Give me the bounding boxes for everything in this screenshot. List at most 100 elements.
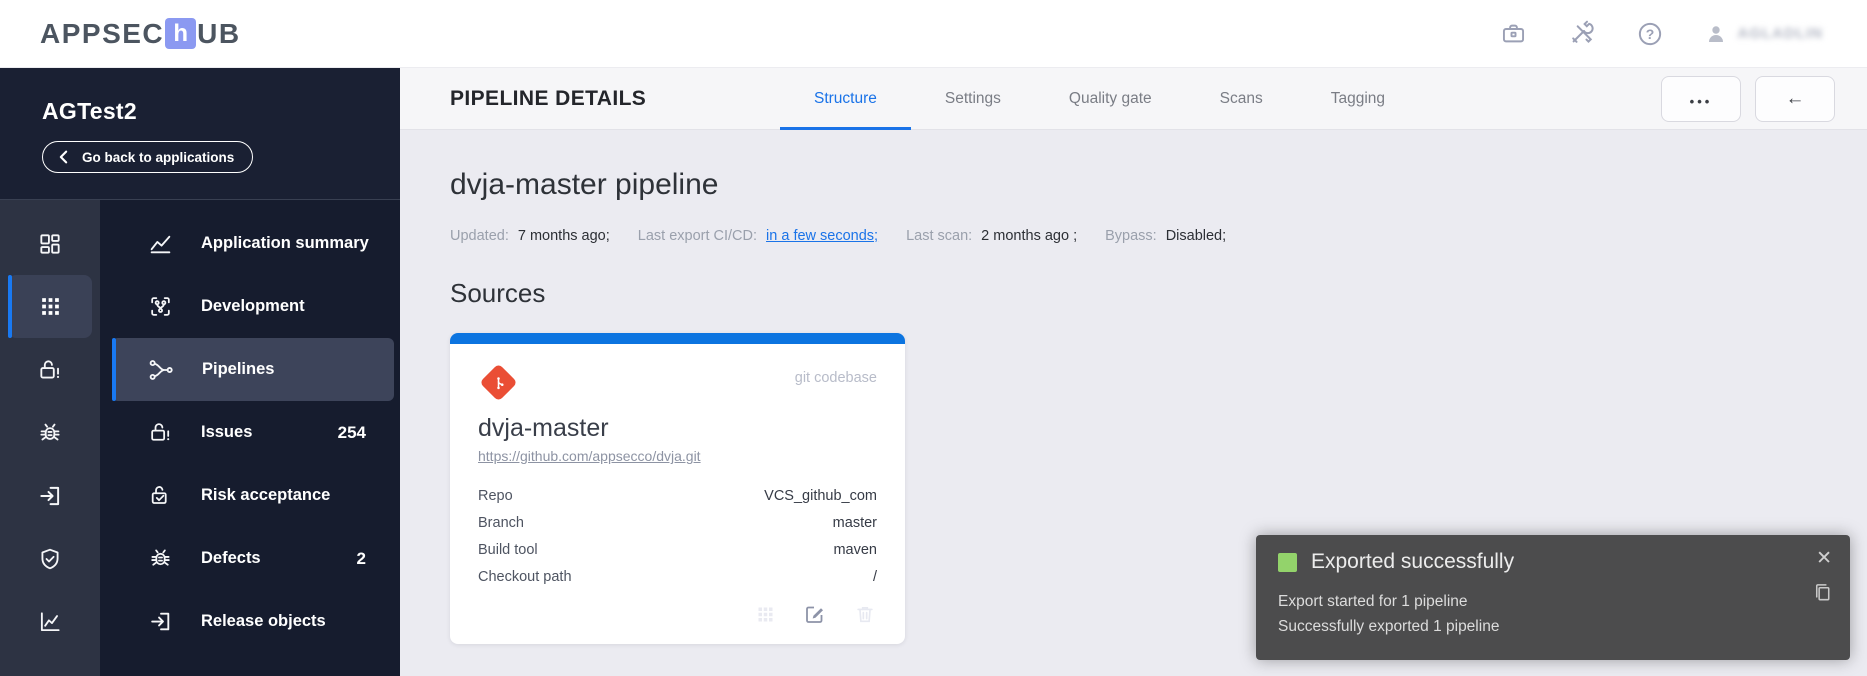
row-value: / (872, 568, 877, 585)
pipeline-meta: Updated: 7 months ago; Last export CI/CD… (450, 228, 1817, 244)
close-icon[interactable]: ✕ (1816, 547, 1832, 570)
sidebar-item-label: Risk acceptance (201, 486, 331, 504)
sidebar-header: AGTest2 Go back to applications (0, 68, 400, 200)
branch-brackets-icon (151, 297, 170, 316)
toast-title: Exported successfully (1311, 550, 1515, 574)
merge-icon (149, 359, 173, 380)
help-icon[interactable]: ? (1636, 20, 1664, 48)
user-icon (1708, 25, 1723, 42)
chevron-left-icon (59, 150, 68, 164)
sidebar-item-label: Release objects (201, 612, 326, 630)
row-label: Branch (478, 514, 524, 531)
logo-h-box: h (165, 18, 197, 49)
toast-notification: Exported successfully ✕ Export started f… (1256, 535, 1850, 660)
rail-item-issues[interactable] (8, 338, 92, 401)
defects-count-badge: 2 (356, 548, 366, 568)
sidebar-item-release-objects[interactable]: Release objects (112, 590, 394, 653)
meta-label: Last export CI/CD: (637, 228, 758, 244)
box-arrow-icon (151, 612, 170, 631)
shield-check-icon (41, 548, 59, 569)
unlock-alert-icon (40, 359, 60, 379)
card-accent-bar (450, 333, 905, 344)
briefcase-icon[interactable] (1500, 20, 1528, 48)
pipeline-tabs: Structure Settings Quality gate Scans Ta… (780, 68, 1419, 130)
rail-item-reports[interactable] (8, 590, 92, 653)
meta-updated: Updated: 7 months ago; (450, 228, 610, 244)
grid-icon[interactable] (753, 602, 777, 626)
sidebar-item-defects[interactable]: Defects 2 (112, 527, 394, 590)
tab-tagging[interactable]: Tagging (1297, 68, 1419, 129)
sidebar-item-application-summary[interactable]: Application summary (112, 212, 394, 275)
sources-heading: Sources (450, 278, 546, 308)
toast-line: Successfully exported 1 pipeline (1278, 618, 1500, 636)
row-value: maven (833, 541, 877, 558)
back-button[interactable]: ← (1755, 75, 1835, 122)
card-row-repo: Repo VCS_github_com (478, 482, 877, 509)
sidebar-item-label: Pipelines (202, 360, 275, 378)
success-status-icon (1278, 552, 1297, 572)
icon-rail (0, 200, 100, 676)
bug-icon (40, 423, 60, 440)
pipeline-details-header: PIPELINE DETAILS Structure Settings Qual… (400, 68, 1867, 130)
sidebar-item-label: Defects (201, 549, 261, 567)
go-back-to-applications-button[interactable]: Go back to applications (42, 141, 254, 173)
rail-item-defects[interactable] (8, 401, 92, 464)
tab-scans[interactable]: Scans (1186, 68, 1297, 129)
row-label: Checkout path (478, 568, 572, 585)
more-options-button[interactable]: ••• (1661, 75, 1741, 122)
rail-item-policies[interactable] (8, 527, 92, 590)
meta-label: Last scan: (906, 228, 973, 244)
trend-chart-icon (150, 235, 171, 254)
sidebar-item-pipelines[interactable]: Pipelines (112, 338, 394, 401)
pipeline-heading: dvja-master pipeline (450, 168, 719, 201)
issues-count-badge: 254 (337, 422, 366, 442)
last-export-link[interactable]: in a few seconds; (766, 228, 878, 244)
apps-grid-icon (41, 298, 59, 315)
sidebar-item-risk-acceptance[interactable]: Risk acceptance (112, 464, 394, 527)
tab-quality-gate[interactable]: Quality gate (1035, 68, 1186, 129)
appsechub-logo: APPSEC h UB (40, 18, 241, 50)
meta-last-export: Last export CI/CD: in a few seconds; (638, 228, 878, 244)
svg-text:?: ? (1645, 26, 1654, 42)
sidebar-item-development[interactable]: Development (112, 275, 394, 338)
source-card: git codebase dvja-master https://github.… (450, 333, 905, 644)
application-name: AGTest2 (42, 98, 137, 124)
rail-item-applications[interactable] (8, 275, 92, 338)
sidebar-item-issues[interactable]: Issues 254 (112, 401, 394, 464)
trash-icon[interactable] (853, 602, 877, 626)
tab-structure[interactable]: Structure (780, 68, 911, 130)
user-menu[interactable]: AGLADLIN (1704, 22, 1824, 46)
top-header: APPSEC h UB ? AGLADLIN (0, 0, 1867, 68)
rail-item-release-objects[interactable] (8, 464, 92, 527)
repo-url-link[interactable]: https://github.com/appsecco/dvja.git (478, 448, 701, 464)
meta-last-scan: Last scan: 2 months ago ; (906, 228, 1077, 244)
meta-label: Bypass: (1105, 228, 1157, 244)
rail-item-dashboard[interactable] (8, 212, 92, 275)
meta-label: Updated: (450, 228, 509, 244)
card-row-branch: Branch master (478, 509, 877, 536)
edit-icon[interactable] (803, 602, 827, 626)
lock-check-icon (151, 486, 167, 504)
sidebar-item-label: Issues (201, 423, 253, 441)
bug-icon (151, 549, 170, 566)
pipeline-content: dvja-master pipeline Updated: 7 months a… (400, 130, 1867, 676)
meta-value: 2 months ago ; (981, 228, 1078, 244)
card-row-checkout-path: Checkout path / (478, 563, 877, 590)
meta-value: 7 months ago; (517, 228, 610, 244)
meta-bypass: Bypass: Disabled; (1105, 228, 1226, 244)
go-back-label: Go back to applications (82, 149, 235, 165)
tab-settings[interactable]: Settings (911, 68, 1035, 129)
logo-text-right: UB (197, 17, 241, 49)
tools-icon[interactable] (1568, 20, 1596, 48)
row-label: Build tool (478, 541, 538, 558)
box-arrow-icon (40, 486, 60, 505)
sidebar-menu: Application summary Development Pipeline… (100, 200, 400, 676)
sidebar: AGTest2 Go back to applications Applicat… (0, 68, 400, 676)
dashboard-icon (40, 233, 60, 254)
source-name: dvja-master (478, 414, 609, 442)
unlock-alert-icon (151, 423, 170, 441)
page-title: PIPELINE DETAILS (450, 86, 647, 110)
row-value: master (832, 514, 877, 531)
toast-line: Export started for 1 pipeline (1278, 593, 1468, 611)
copy-icon[interactable] (1811, 581, 1834, 604)
